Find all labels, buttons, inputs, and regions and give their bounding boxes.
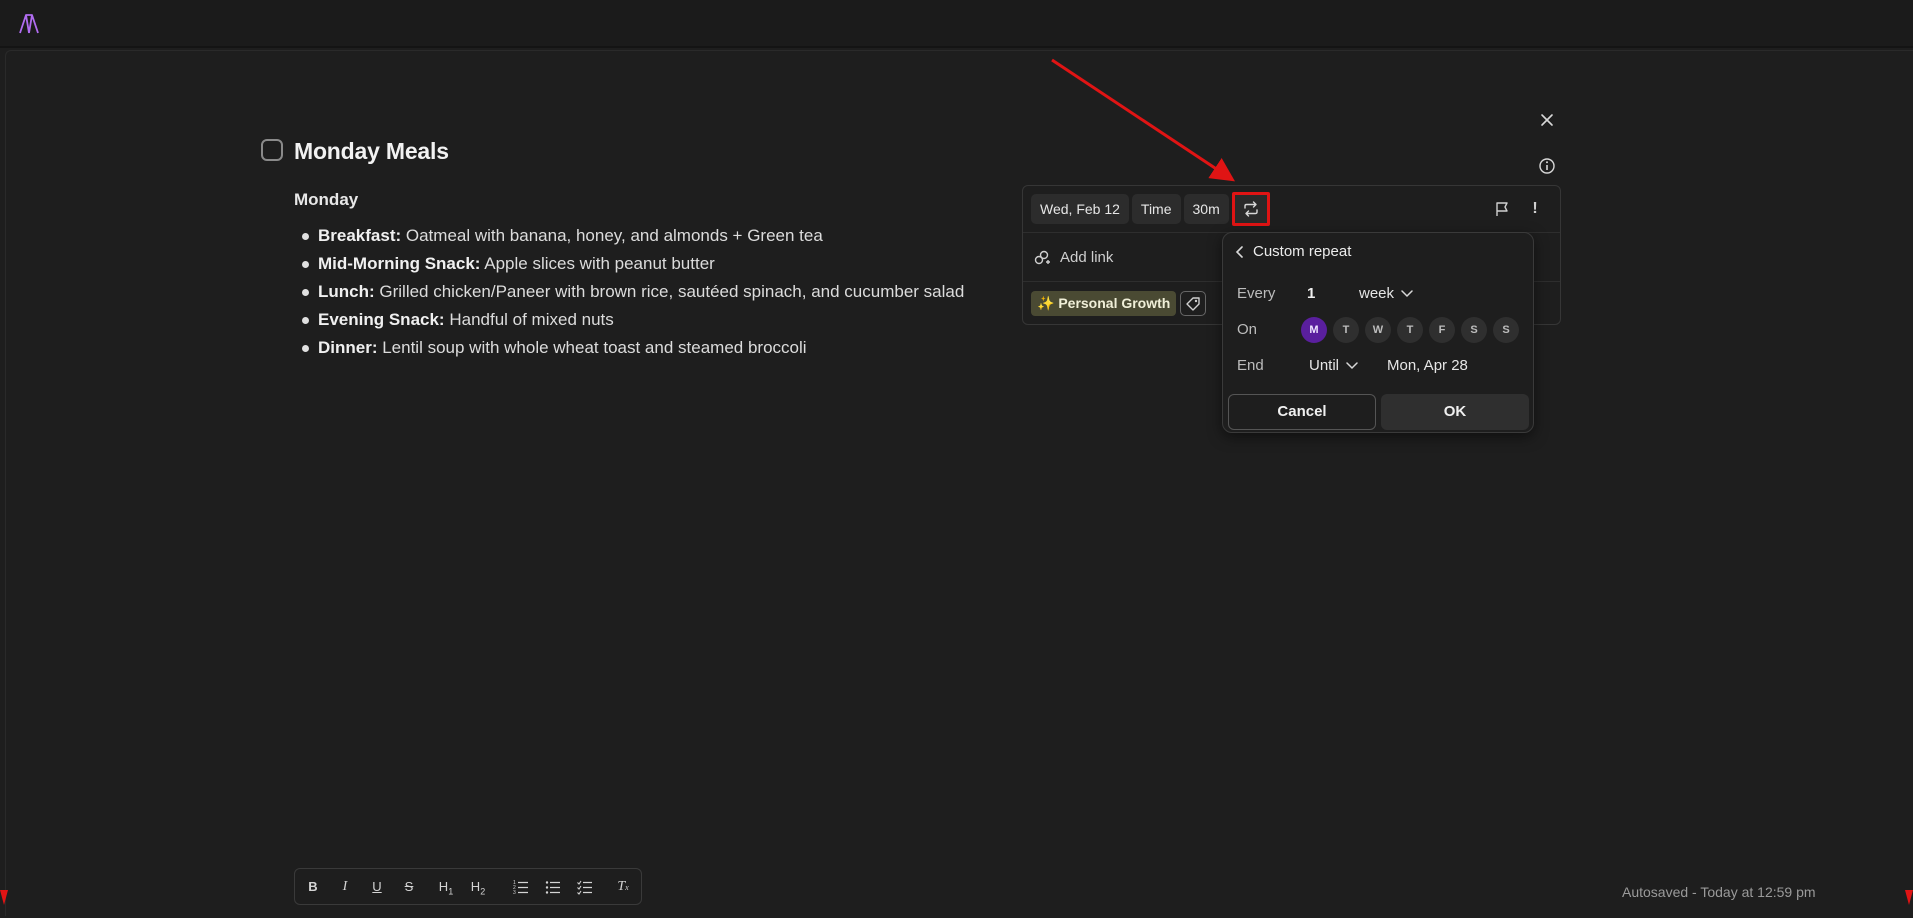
date-chip[interactable]: Wed, Feb 12 bbox=[1031, 194, 1129, 224]
add-link-label: Add link bbox=[1060, 249, 1114, 266]
end-mode-select[interactable]: Until bbox=[1309, 357, 1358, 374]
repeat-unit-select[interactable]: week bbox=[1359, 285, 1413, 302]
every-label: Every bbox=[1237, 285, 1276, 302]
close-icon[interactable] bbox=[1537, 110, 1557, 130]
svg-text:3: 3 bbox=[513, 890, 516, 896]
popover-title: Custom repeat bbox=[1253, 243, 1352, 260]
strikethrough-button[interactable]: S bbox=[403, 878, 415, 896]
section-heading: Monday bbox=[294, 190, 359, 209]
italic-button[interactable]: I bbox=[339, 878, 351, 896]
repeat-unit-value: week bbox=[1359, 285, 1395, 302]
priority-button[interactable]: ! bbox=[1529, 200, 1541, 218]
ok-button[interactable]: OK bbox=[1381, 394, 1529, 430]
day-saturday[interactable]: S bbox=[1461, 317, 1487, 343]
heading1-button[interactable]: H1 bbox=[437, 878, 455, 897]
cancel-button[interactable]: Cancel bbox=[1228, 394, 1376, 430]
heading2-button[interactable]: H2 bbox=[469, 878, 487, 897]
meal-list: Breakfast: Oatmeal with banana, honey, a… bbox=[300, 222, 964, 362]
repeat-button[interactable] bbox=[1231, 192, 1270, 226]
day-tuesday[interactable]: T bbox=[1333, 317, 1359, 343]
add-link-button[interactable]: Add link bbox=[1033, 249, 1113, 266]
list-item[interactable]: Evening Snack: Handful of mixed nuts bbox=[300, 306, 964, 334]
end-mode-value: Until bbox=[1309, 357, 1340, 374]
task-detail-panel bbox=[5, 50, 1913, 916]
task-complete-checkbox[interactable] bbox=[261, 139, 283, 161]
tag-icon bbox=[1186, 296, 1200, 311]
time-chip[interactable]: Time bbox=[1131, 194, 1181, 224]
day-sunday[interactable]: S bbox=[1493, 317, 1519, 343]
on-label: On bbox=[1237, 321, 1258, 338]
formatting-toolbar: B I U S H1 H2 1 2 3 Tx bbox=[294, 868, 642, 905]
autosave-status: Autosaved - Today at 12:59 pm bbox=[1622, 884, 1816, 900]
repeat-icon bbox=[1244, 201, 1258, 217]
custom-repeat-popover: Custom repeat Every 1 week On M T W T F … bbox=[1222, 232, 1534, 433]
list-item[interactable]: Lunch: Grilled chicken/Paneer with brown… bbox=[300, 278, 964, 306]
day-thursday[interactable]: T bbox=[1397, 317, 1423, 343]
chevron-left-icon bbox=[1235, 245, 1243, 258]
bold-button[interactable]: B bbox=[307, 878, 319, 896]
weekday-picker: M T W T F S S bbox=[1301, 317, 1519, 343]
day-wednesday[interactable]: W bbox=[1365, 317, 1391, 343]
app-logo-icon[interactable] bbox=[18, 13, 40, 35]
list-item[interactable]: Dinner: Lentil soup with whole wheat toa… bbox=[300, 334, 964, 362]
chevron-down-icon bbox=[1401, 289, 1413, 297]
chevron-down-icon bbox=[1346, 361, 1358, 369]
flag-icon[interactable] bbox=[1493, 200, 1511, 218]
underline-button[interactable]: U bbox=[371, 878, 383, 896]
tag-personal-growth[interactable]: ✨ Personal Growth bbox=[1031, 291, 1177, 316]
end-label: End bbox=[1237, 357, 1264, 374]
checklist-icon[interactable] bbox=[577, 878, 593, 896]
bullet-list-icon[interactable] bbox=[545, 878, 561, 896]
list-item[interactable]: Mid-Morning Snack: Apple slices with pea… bbox=[300, 250, 964, 278]
task-title[interactable]: Monday Meals bbox=[294, 138, 449, 165]
day-friday[interactable]: F bbox=[1429, 317, 1455, 343]
duration-chip[interactable]: 30m bbox=[1183, 194, 1229, 224]
custom-repeat-back[interactable]: Custom repeat bbox=[1235, 243, 1351, 260]
day-monday[interactable]: M bbox=[1301, 317, 1327, 343]
clear-format-button[interactable]: Tx bbox=[615, 878, 631, 896]
ordered-list-icon[interactable]: 1 2 3 bbox=[513, 878, 529, 896]
link-icon bbox=[1034, 250, 1050, 264]
add-tag-button[interactable] bbox=[1180, 291, 1206, 316]
top-bar bbox=[0, 0, 1913, 48]
info-icon[interactable] bbox=[1537, 156, 1557, 176]
end-date-picker[interactable]: Mon, Apr 28 bbox=[1387, 357, 1468, 374]
list-item[interactable]: Breakfast: Oatmeal with banana, honey, a… bbox=[300, 222, 964, 250]
every-interval-input[interactable]: 1 bbox=[1307, 285, 1315, 302]
